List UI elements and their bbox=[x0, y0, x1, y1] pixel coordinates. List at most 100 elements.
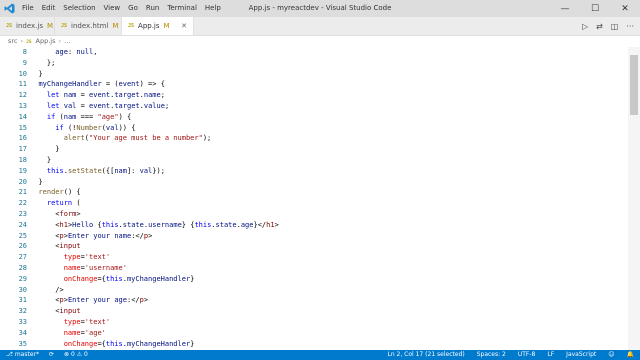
line-number: 35 bbox=[18, 339, 27, 348]
code-text: } bbox=[46, 156, 52, 164]
code-text: onChange={this.myChangeHandler} bbox=[63, 339, 195, 348]
menu-help[interactable]: Help bbox=[205, 0, 227, 17]
breadcrumb-folder[interactable]: src bbox=[8, 37, 18, 45]
code-text: let val = event.target.value; bbox=[46, 102, 170, 110]
code-text: this.setState({[nam]: val}); bbox=[46, 166, 165, 175]
code-line[interactable]: 33 type='text' bbox=[0, 317, 620, 328]
code-line[interactable]: 31 <p>Enter your age:</p> bbox=[0, 295, 620, 306]
code-line[interactable]: 27 type='text' bbox=[0, 252, 620, 263]
code-line[interactable]: 29 onChange={this.myChangeHandler} bbox=[0, 274, 620, 285]
menu-file[interactable]: File bbox=[22, 0, 40, 17]
line-number: 18 bbox=[18, 156, 27, 164]
scroll-thumb[interactable] bbox=[630, 55, 638, 115]
code-line[interactable]: 35 onChange={this.myChangeHandler} bbox=[0, 339, 620, 350]
problems-indicator[interactable]: ⊗ 0 ⚠ 0 bbox=[64, 350, 88, 360]
code-line[interactable]: 22 return ( bbox=[0, 198, 620, 209]
language-mode[interactable]: JavaScript bbox=[566, 350, 596, 360]
code-line[interactable]: 12 let nam = event.target.name; bbox=[0, 90, 620, 101]
line-number: 20 bbox=[18, 177, 27, 186]
code-line[interactable]: 13 let val = event.target.value; bbox=[0, 101, 620, 112]
split-editor-icon[interactable]: ◫ bbox=[611, 22, 619, 31]
menu-terminal[interactable]: Terminal bbox=[167, 0, 203, 17]
code-text: <input bbox=[55, 307, 81, 316]
branch-indicator[interactable]: ⎇ master* bbox=[6, 350, 39, 360]
vscode-icon[interactable] bbox=[4, 3, 15, 14]
close-button[interactable]: ✕ bbox=[610, 0, 640, 17]
code-text: age: null, bbox=[55, 48, 98, 56]
code-line[interactable]: 21 render() { bbox=[0, 187, 620, 198]
menu-selection[interactable]: Selection bbox=[63, 0, 101, 17]
line-number: 34 bbox=[18, 328, 27, 337]
code-line[interactable]: 9 }; bbox=[0, 58, 620, 69]
line-number: 33 bbox=[18, 318, 27, 326]
tab-label: index.html bbox=[71, 22, 109, 30]
chevron-right-icon: › bbox=[20, 37, 24, 45]
editor-scrollbar[interactable] bbox=[628, 47, 640, 350]
line-ending[interactable]: LF bbox=[547, 350, 554, 360]
code-line[interactable]: 11 myChangeHandler = (event) => { bbox=[0, 79, 620, 90]
breadcrumb-more[interactable]: ... bbox=[64, 37, 70, 45]
code-line[interactable]: 8 age: null, bbox=[0, 47, 620, 58]
line-number: 26 bbox=[18, 242, 27, 251]
line-number: 17 bbox=[18, 145, 27, 154]
run-icon[interactable]: ▷ bbox=[582, 22, 588, 31]
code-line[interactable]: 14 if (nam === "age") { bbox=[0, 112, 620, 123]
code-text: } bbox=[38, 177, 43, 186]
code-line[interactable]: 25 <p>Enter your name:</p> bbox=[0, 231, 620, 242]
code-line[interactable]: 30 /> bbox=[0, 285, 620, 296]
line-number: 23 bbox=[18, 210, 27, 218]
code-line[interactable]: 20 } bbox=[0, 177, 620, 188]
menu-go[interactable]: Go bbox=[128, 0, 144, 17]
code-line[interactable]: 18 } bbox=[0, 155, 620, 166]
code-line[interactable]: 28 name='username' bbox=[0, 263, 620, 274]
tab-app-js[interactable]: JS App.js M ✕ bbox=[122, 17, 194, 35]
sync-icon[interactable]: ⟳ bbox=[49, 350, 54, 360]
breadcrumb-file[interactable]: App.js bbox=[36, 37, 56, 45]
encoding[interactable]: UTF-8 bbox=[518, 350, 536, 360]
code-line[interactable]: 16 alert("Your age must be a number"); bbox=[0, 133, 620, 144]
code-line[interactable]: 17 } bbox=[0, 144, 620, 155]
code-line[interactable]: 32 <input bbox=[0, 306, 620, 317]
feedback-icon[interactable]: ☺ bbox=[608, 350, 614, 360]
code-text: <form> bbox=[55, 210, 81, 218]
menu-view[interactable]: View bbox=[104, 0, 127, 17]
code-text: <p>Enter your name:</p> bbox=[55, 231, 153, 240]
code-text: } bbox=[55, 145, 60, 154]
line-number: 10 bbox=[18, 69, 27, 78]
window-controls: — ☐ ✕ bbox=[550, 0, 640, 17]
close-tab-icon[interactable]: ✕ bbox=[181, 22, 187, 30]
maximize-button[interactable]: ☐ bbox=[580, 0, 610, 17]
tab-index-js[interactable]: JS index.js M bbox=[0, 17, 55, 35]
minimize-button[interactable]: — bbox=[550, 0, 580, 17]
js-file-icon: JS bbox=[128, 23, 135, 29]
editor-actions: ▷ ⇄ ◫ ··· bbox=[574, 17, 634, 35]
line-number: 11 bbox=[18, 80, 27, 89]
cursor-position[interactable]: Ln 2, Col 17 (21 selected) bbox=[388, 350, 465, 360]
code-line[interactable]: 24 <h1>Hello {this.state.username} {this… bbox=[0, 220, 620, 231]
notifications-icon[interactable]: 🔔 bbox=[627, 350, 634, 360]
menu-edit[interactable]: Edit bbox=[42, 0, 62, 17]
more-actions-icon[interactable]: ··· bbox=[626, 22, 634, 31]
code-line[interactable]: 15 if (!Number(val)) { bbox=[0, 123, 620, 134]
menu-bar: File Edit Selection View Go Run Terminal Help bbox=[22, 0, 229, 17]
chevron-right-icon: › bbox=[58, 37, 62, 45]
modified-indicator: M bbox=[112, 22, 119, 30]
code-text: name='username' bbox=[63, 264, 127, 272]
code-line[interactable]: 34 name='age' bbox=[0, 328, 620, 339]
line-number: 12 bbox=[18, 91, 27, 100]
code-line[interactable]: 26 <input bbox=[0, 241, 620, 252]
code-line[interactable]: 19 this.setState({[nam]: val}); bbox=[0, 166, 620, 177]
line-number: 15 bbox=[18, 123, 27, 132]
indentation[interactable]: Spaces: 2 bbox=[477, 350, 506, 360]
tab-label: index.js bbox=[16, 22, 43, 30]
tab-index-html[interactable]: JS index.html M bbox=[55, 17, 122, 35]
status-bar: ⎇ master* ⟳ ⊗ 0 ⚠ 0 Ln 2, Col 17 (21 sel… bbox=[0, 350, 640, 360]
line-number: 16 bbox=[18, 134, 27, 143]
menu-run[interactable]: Run bbox=[146, 0, 165, 17]
code-line[interactable]: 10 } bbox=[0, 69, 620, 80]
compare-icon[interactable]: ⇄ bbox=[596, 22, 603, 31]
code-line[interactable]: 23 <form> bbox=[0, 209, 620, 220]
code-text: <p>Enter your age:</p> bbox=[55, 296, 149, 305]
code-editor[interactable]: 8 age: null, 9 }; 10 } 11 myChangeHandler =… bbox=[0, 47, 640, 350]
line-number: 27 bbox=[18, 253, 27, 262]
